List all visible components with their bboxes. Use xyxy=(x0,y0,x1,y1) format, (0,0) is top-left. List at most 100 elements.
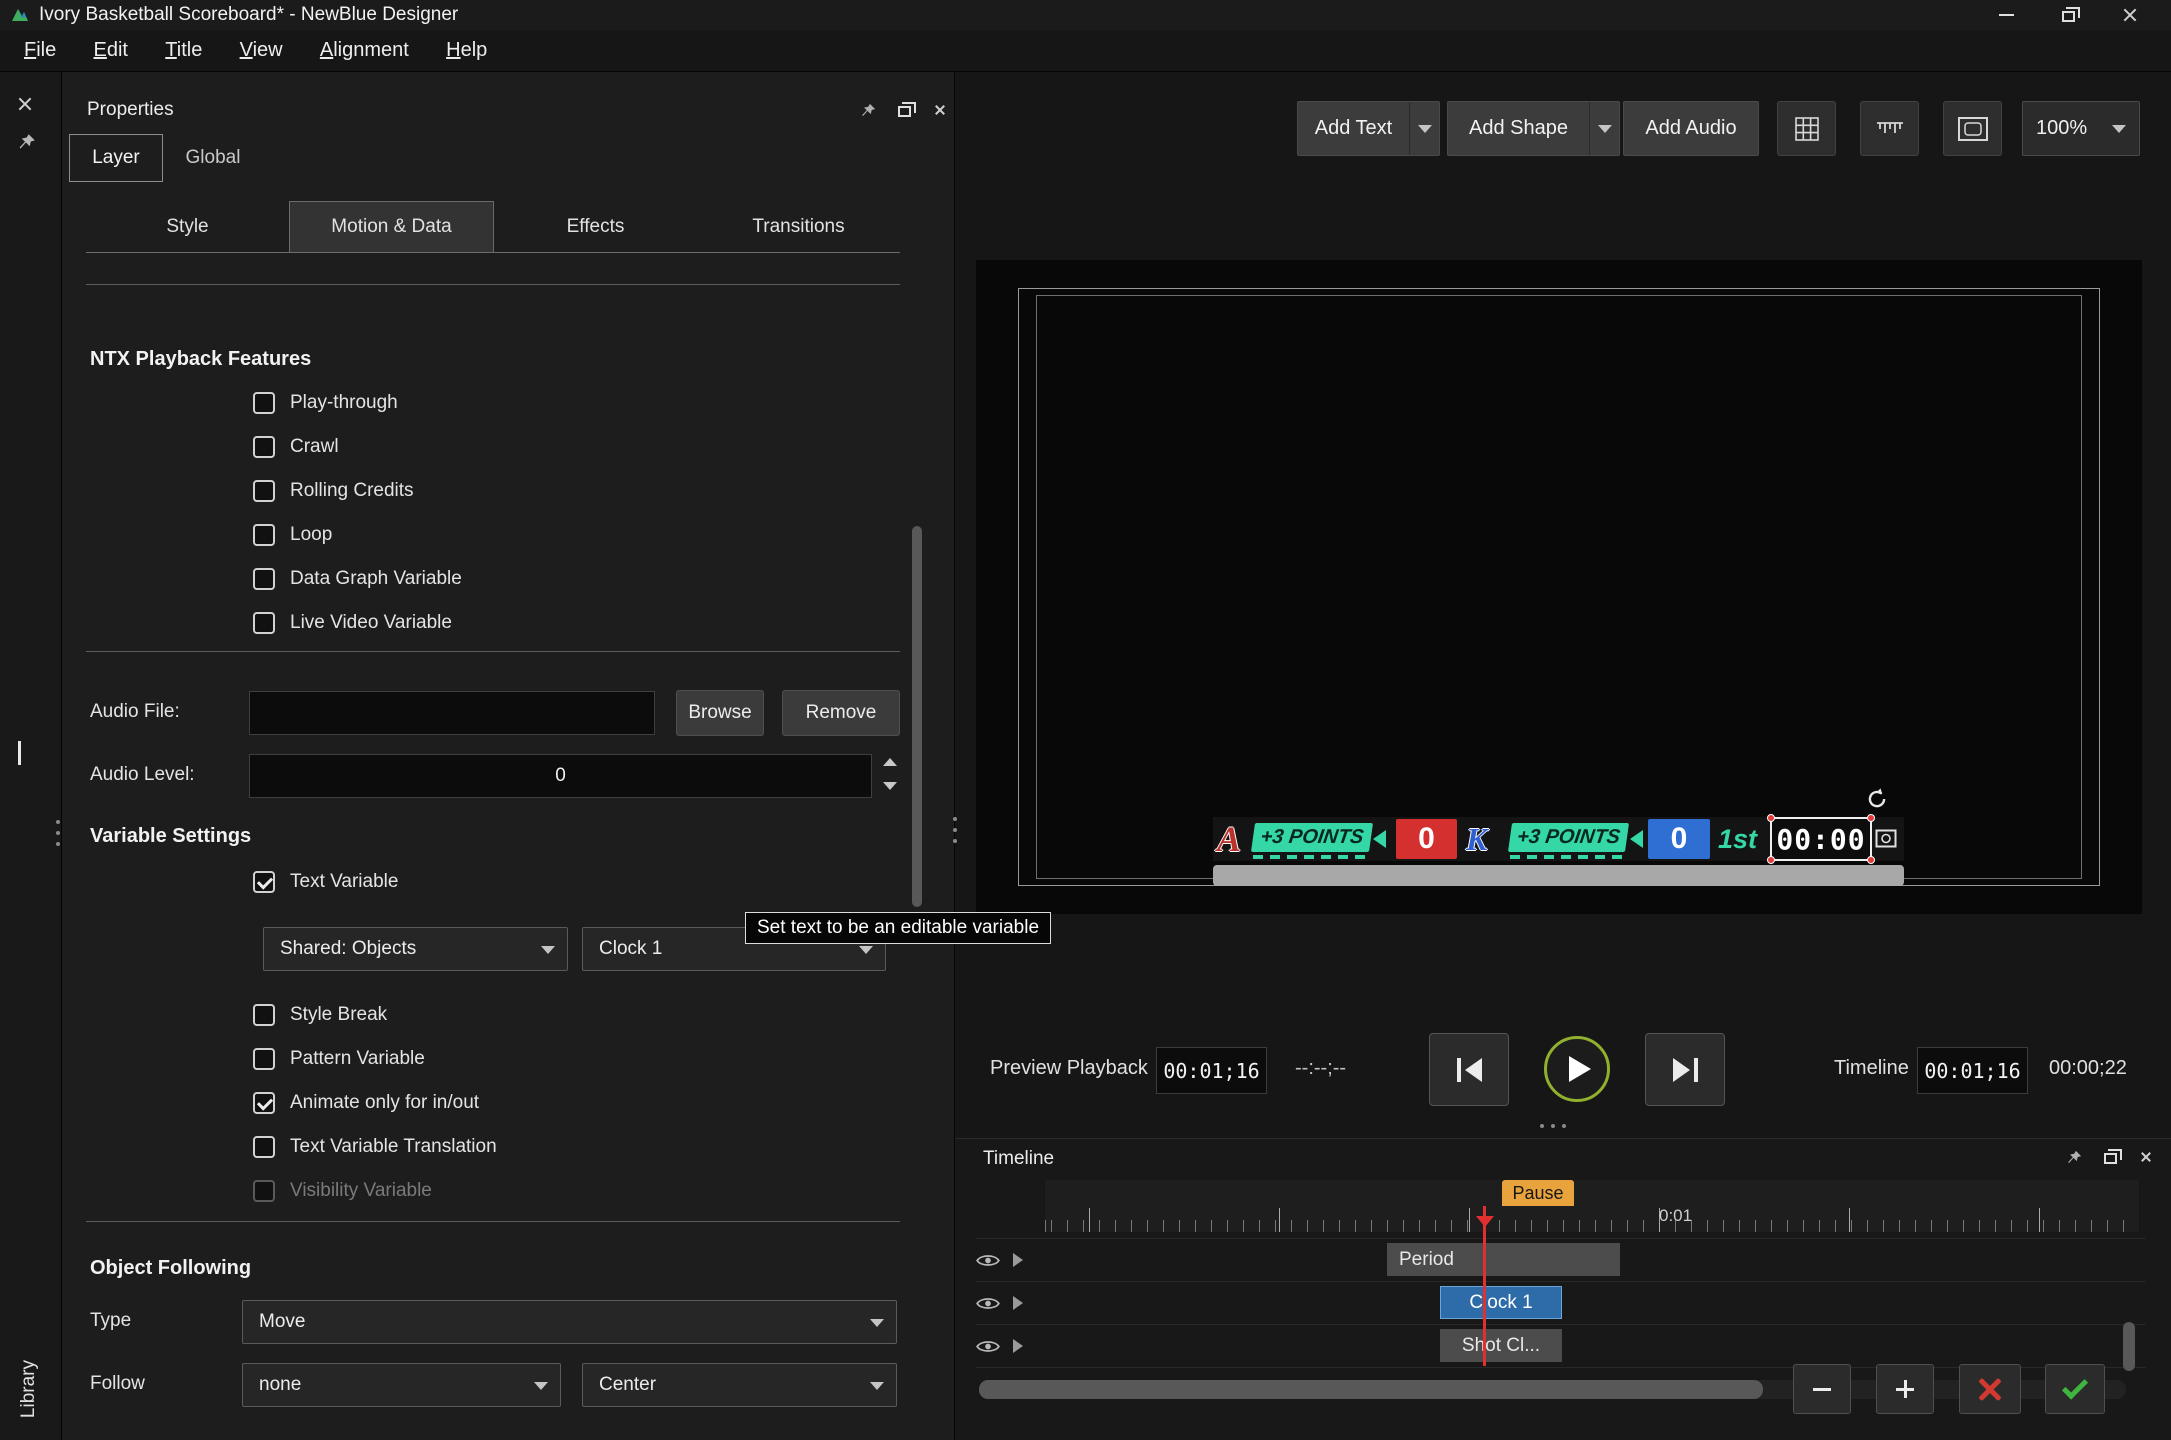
go-to-end-button[interactable] xyxy=(1645,1033,1725,1106)
timeline-time-field[interactable]: 00:01;16 xyxy=(1917,1047,2028,1094)
checkbox-style-break[interactable] xyxy=(253,1004,275,1026)
game-clock-object[interactable]: 00:00 xyxy=(1767,814,1875,864)
menu-item-edit[interactable]: Edit xyxy=(78,30,144,71)
menu-item-alignment[interactable]: Alignment xyxy=(304,30,425,71)
add-text-button[interactable]: Add Text xyxy=(1297,101,1440,156)
close-panel-button[interactable] xyxy=(2135,1146,2157,1168)
checkbox-pattern-variable[interactable] xyxy=(253,1048,275,1070)
menu-item-help[interactable]: Help xyxy=(430,30,503,71)
audio-level-input[interactable]: 0 xyxy=(249,754,872,798)
preview-time-field[interactable]: 00:01;16 xyxy=(1156,1047,1267,1094)
checkbox-animate-only-in-out[interactable] xyxy=(253,1092,275,1114)
checkbox-crawl[interactable] xyxy=(253,436,275,458)
checkbox-play-through[interactable] xyxy=(253,392,275,414)
home-bonus-badge[interactable]: +3 POINTS xyxy=(1250,823,1374,852)
pin-panel-button[interactable] xyxy=(857,99,879,121)
timeline-vertical-scrollbar[interactable] xyxy=(2123,1322,2135,1371)
selection-handle[interactable] xyxy=(1867,856,1875,864)
minimize-button[interactable] xyxy=(1975,0,2037,30)
pin-panel-button[interactable] xyxy=(2063,1146,2085,1168)
checkbox-loop[interactable] xyxy=(253,524,275,546)
add-shape-dropdown-arrow[interactable] xyxy=(1589,102,1619,155)
scoreboard-strip[interactable]: A +3 POINTS 0 K +3 POINTS 0 1st 00:00 xyxy=(1213,814,1904,864)
scoreboard-lower-bar[interactable] xyxy=(1213,865,1904,886)
add-text-dropdown-arrow[interactable] xyxy=(1409,102,1439,155)
properties-panel: Properties Layer Global Style Motion & D… xyxy=(62,72,955,1440)
divider xyxy=(86,1221,900,1222)
preview-canvas[interactable]: A +3 POINTS 0 K +3 POINTS 0 1st 00:00 xyxy=(976,260,2142,914)
add-audio-button[interactable]: Add Audio xyxy=(1623,101,1759,156)
zoom-level-dropdown[interactable]: 100% xyxy=(2022,101,2140,156)
audio-level-decrease-button[interactable] xyxy=(878,776,902,796)
pause-marker[interactable]: Pause xyxy=(1502,1180,1574,1206)
selection-handle[interactable] xyxy=(1867,814,1875,822)
checkbox-rolling-credits[interactable] xyxy=(253,480,275,502)
expand-panel-button[interactable] xyxy=(18,741,21,766)
checkbox-text-variable-translation[interactable] xyxy=(253,1136,275,1158)
following-type-dropdown[interactable]: Move xyxy=(242,1300,897,1344)
float-panel-button[interactable] xyxy=(893,99,916,121)
checkbox-text-variable[interactable] xyxy=(253,871,275,893)
float-panel-button[interactable] xyxy=(2099,1146,2122,1168)
play-button[interactable] xyxy=(1544,1036,1610,1102)
away-team-logo[interactable]: K xyxy=(1466,823,1487,855)
browse-button[interactable]: Browse xyxy=(676,690,764,736)
menu-item-title[interactable]: Title xyxy=(149,30,218,71)
timeline-ruler[interactable] xyxy=(1045,1180,2139,1232)
track-visibility-toggle[interactable] xyxy=(976,1252,1000,1267)
track-clip-shot-clock[interactable]: Shot Cl... xyxy=(1440,1329,1562,1362)
rail-splitter[interactable] xyxy=(56,820,60,846)
cancel-button[interactable] xyxy=(1959,1364,2021,1414)
period-text[interactable]: 1st xyxy=(1718,824,1757,855)
tab-global[interactable]: Global xyxy=(163,134,263,182)
go-to-start-button[interactable] xyxy=(1429,1033,1509,1106)
rotate-handle[interactable] xyxy=(1865,787,1889,817)
track-visibility-toggle[interactable] xyxy=(976,1295,1000,1310)
library-panel-tab[interactable]: Library xyxy=(18,1360,40,1418)
subtab-effects[interactable]: Effects xyxy=(494,201,697,252)
panel-splitter-vertical[interactable] xyxy=(953,817,957,843)
zoom-out-timeline-button[interactable] xyxy=(1793,1364,1851,1414)
home-team-logo[interactable]: A xyxy=(1217,821,1241,857)
confirm-button[interactable] xyxy=(2045,1364,2105,1414)
remove-button[interactable]: Remove xyxy=(782,690,900,736)
track-expander[interactable] xyxy=(1013,1296,1023,1310)
menu-item-view[interactable]: View xyxy=(224,30,299,71)
ruler-toggle-button[interactable] xyxy=(1860,101,1919,156)
away-score[interactable]: 0 xyxy=(1648,819,1710,859)
home-score[interactable]: 0 xyxy=(1396,819,1457,859)
playhead-line[interactable] xyxy=(1483,1206,1486,1366)
track-expander[interactable] xyxy=(1013,1339,1023,1353)
subtab-style[interactable]: Style xyxy=(86,201,289,252)
close-button[interactable] xyxy=(2099,0,2161,30)
subtab-transitions[interactable]: Transitions xyxy=(697,201,900,252)
grid-toggle-button[interactable] xyxy=(1777,101,1836,156)
audio-level-increase-button[interactable] xyxy=(878,752,902,772)
restore-button[interactable] xyxy=(2037,0,2099,30)
subtab-motion-data[interactable]: Motion & Data xyxy=(289,201,494,252)
shared-scope-dropdown[interactable]: Shared: Objects xyxy=(263,927,568,971)
checkbox-data-graph-variable[interactable] xyxy=(253,568,275,590)
track-expander[interactable] xyxy=(1013,1253,1023,1267)
panel-splitter-horizontal[interactable] xyxy=(1540,1124,1566,1128)
away-bonus-badge[interactable]: +3 POINTS xyxy=(1507,823,1630,852)
close-panel-button[interactable] xyxy=(929,99,951,121)
selection-handle[interactable] xyxy=(1767,814,1775,822)
audio-file-input[interactable] xyxy=(249,691,655,735)
follow-anchor-dropdown[interactable]: Center xyxy=(582,1363,897,1407)
zoom-in-timeline-button[interactable] xyxy=(1876,1364,1934,1414)
tab-layer[interactable]: Layer xyxy=(69,134,163,182)
track-visibility-toggle[interactable] xyxy=(976,1338,1000,1353)
scrollbar-thumb[interactable] xyxy=(979,1380,1763,1399)
timeline-horizontal-scrollbar[interactable] xyxy=(979,1380,2126,1399)
menu-item-file[interactable]: File xyxy=(8,30,72,71)
follow-target-dropdown[interactable]: none xyxy=(242,1363,561,1407)
properties-scrollbar[interactable] xyxy=(912,526,922,907)
track-clip-period[interactable]: Period xyxy=(1387,1243,1620,1276)
selection-handle[interactable] xyxy=(1767,856,1775,864)
safe-area-toggle-button[interactable] xyxy=(1943,101,2002,156)
checkbox-live-video-variable[interactable] xyxy=(253,612,275,634)
add-shape-button[interactable]: Add Shape xyxy=(1447,101,1620,156)
rail-pin-button[interactable] xyxy=(17,132,37,158)
track-clip-clock1[interactable]: Clock 1 xyxy=(1440,1286,1562,1319)
